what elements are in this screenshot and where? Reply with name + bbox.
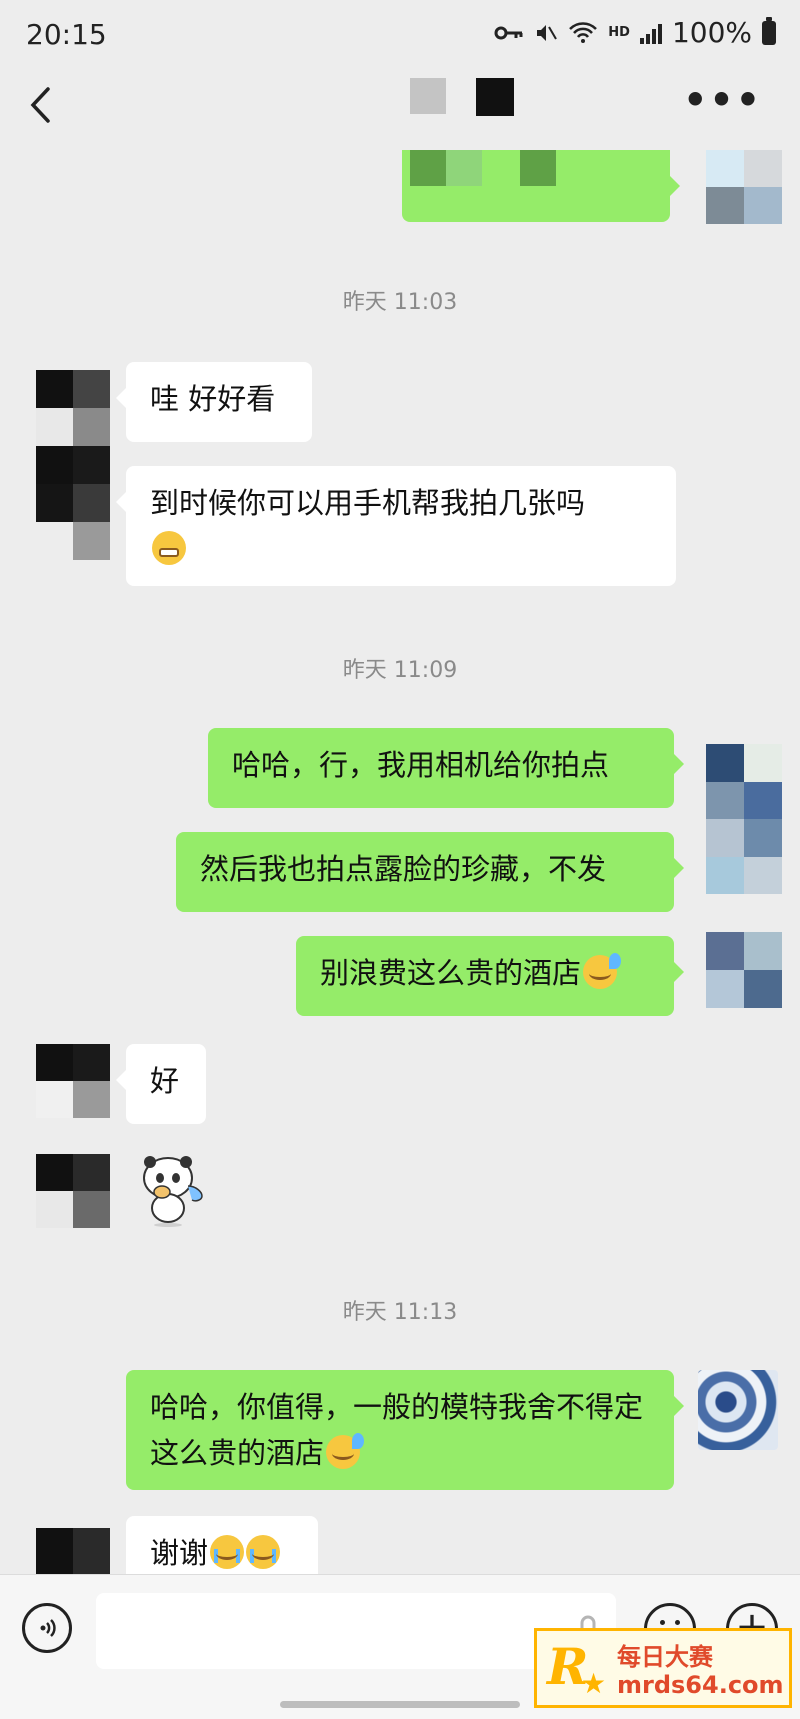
more-options-button[interactable]: ••• bbox=[683, 78, 762, 122]
message-text: 谢谢 bbox=[150, 1536, 209, 1570]
message-text: 别浪费这么贵的酒店 bbox=[320, 956, 582, 990]
watermark-logo: R ★ 每日大赛 mrds64.com bbox=[534, 1628, 792, 1708]
status-bar: 20:15 HD 100% bbox=[0, 0, 800, 70]
my-avatar[interactable] bbox=[698, 1370, 778, 1450]
my-avatar[interactable] bbox=[706, 150, 782, 224]
key-icon bbox=[494, 26, 523, 39]
message-text: 哈哈，你值得，一般的模特我舍不得定这么贵的酒店 bbox=[150, 1390, 644, 1470]
battery-icon bbox=[762, 16, 776, 45]
contact-avatar[interactable] bbox=[36, 370, 110, 560]
redacted-block bbox=[476, 78, 514, 116]
sent-message[interactable]: 哈哈，行，我用相机给你拍点 bbox=[208, 728, 684, 808]
received-message[interactable]: 谢谢 bbox=[126, 1516, 318, 1574]
sent-message[interactable]: 别浪费这么贵的酒店 bbox=[296, 936, 684, 1016]
contact-avatar[interactable] bbox=[36, 1528, 110, 1574]
sent-message[interactable]: 然后我也拍点露脸的珍藏，不发 bbox=[176, 832, 684, 912]
watermark-url: mrds64.com bbox=[617, 1671, 784, 1699]
chevron-left-icon bbox=[30, 87, 50, 123]
star-icon: ★ bbox=[581, 1667, 607, 1700]
chat-header: ••• bbox=[0, 70, 800, 140]
battery-percent: 100% bbox=[671, 16, 752, 49]
laugh-sweat-emoji-icon bbox=[583, 953, 622, 989]
mute-icon bbox=[537, 24, 558, 41]
timestamp: 昨天 11:09 bbox=[342, 658, 458, 683]
status-icons: HD 100% bbox=[494, 16, 776, 49]
sent-bubble-pixelated[interactable] bbox=[402, 150, 680, 222]
crying-emoji-icon bbox=[246, 1535, 281, 1569]
contact-avatar[interactable] bbox=[36, 1154, 110, 1228]
hd-label: HD bbox=[608, 25, 630, 40]
laugh-sweat-emoji-icon bbox=[326, 1433, 365, 1469]
crying-emoji-icon bbox=[210, 1535, 245, 1569]
voice-icon bbox=[40, 1619, 56, 1637]
panda-sticker-icon[interactable] bbox=[138, 1148, 208, 1228]
received-message[interactable]: 到时候你可以用手机帮我拍几张吗 bbox=[116, 466, 676, 586]
contact-name-redacted bbox=[410, 74, 514, 116]
grin-emoji-icon bbox=[152, 531, 186, 565]
wifi-icon bbox=[569, 21, 598, 43]
timestamp: 昨天 11:03 bbox=[342, 290, 458, 315]
contact-avatar[interactable] bbox=[36, 1044, 110, 1118]
my-avatar[interactable] bbox=[706, 932, 782, 1008]
signal-icon bbox=[639, 22, 662, 44]
timestamp: 昨天 11:13 bbox=[342, 1300, 458, 1325]
message-text: 到时候你可以用手机帮我拍几张吗 bbox=[150, 486, 586, 520]
redacted-block bbox=[410, 78, 446, 114]
voice-button[interactable] bbox=[22, 1603, 72, 1653]
received-message[interactable]: 好 bbox=[116, 1044, 206, 1124]
home-indicator[interactable] bbox=[280, 1701, 520, 1708]
sent-message[interactable]: 哈哈，你值得，一般的模特我舍不得定这么贵的酒店 bbox=[126, 1370, 684, 1490]
status-time: 20:15 bbox=[26, 18, 107, 51]
received-message[interactable]: 哇 好好看 bbox=[116, 362, 312, 442]
my-avatar[interactable] bbox=[706, 744, 782, 894]
watermark-title: 每日大赛 bbox=[617, 1643, 713, 1671]
back-button[interactable] bbox=[28, 80, 68, 130]
